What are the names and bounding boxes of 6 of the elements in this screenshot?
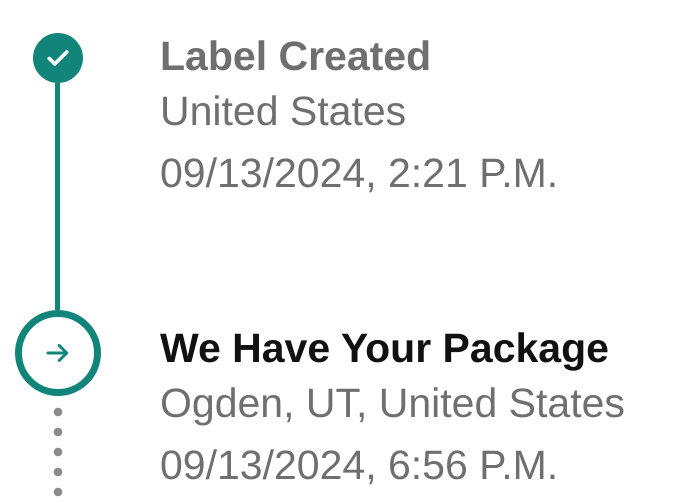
event-time: 09/13/2024, 2:21 P.M. [160, 149, 560, 198]
event-title: We Have Your Package [160, 324, 610, 372]
event-title: Label Created [160, 32, 432, 80]
event-location: United States [160, 87, 408, 136]
event-location: Ogden, UT, United States [160, 379, 626, 428]
event-time: 09/13/2024, 6:56 P.M. [160, 441, 560, 490]
